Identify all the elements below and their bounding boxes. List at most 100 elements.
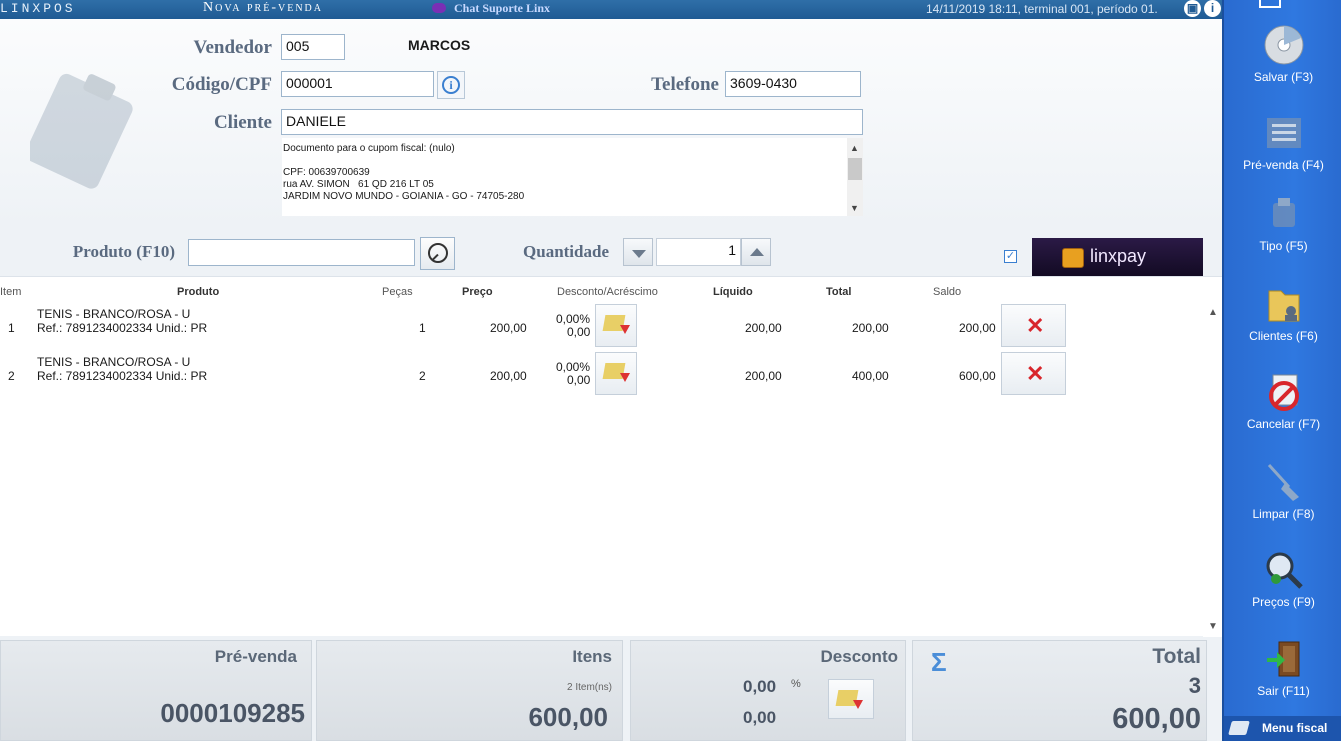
item-discount-button[interactable]	[595, 352, 637, 395]
quantity-decrease-button[interactable]	[623, 238, 653, 266]
col-header-preco[interactable]: Preço	[462, 286, 493, 298]
table-row[interactable]: 1 TENIS - BRANCO/ROSA - U Ref.: 78912340…	[0, 304, 1205, 350]
cell-saldo: 200,00	[959, 321, 996, 335]
info-circle-icon: i	[442, 76, 460, 94]
product-entry-bar: Produto (F10) Quantidade 1 ✓ linxpay	[0, 229, 1222, 277]
search-icon	[428, 243, 448, 263]
doc-line	[283, 155, 863, 167]
header-form: Vendedor 005 MARCOS Código/CPF 000001 i …	[0, 19, 1222, 229]
cell-desc-pct: 0,00%	[556, 312, 591, 326]
itens-total: 600,00	[528, 702, 608, 732]
vendedor-label: Vendedor	[193, 37, 272, 58]
session-status: 14/11/2019 18:11, terminal 001, período …	[926, 2, 1158, 16]
total-label: Total	[1152, 645, 1201, 668]
prevenda-button[interactable]: Pré-venda (F4)	[1224, 112, 1341, 172]
clientes-button[interactable]: Clientes (F6)	[1224, 283, 1341, 343]
doc-line: rua AV. SIMON 61 QD 216 LT 05	[283, 179, 434, 190]
info-icon[interactable]: i	[1204, 0, 1221, 17]
sigma-icon: Σ	[931, 647, 947, 677]
total-panel: Σ Total 3 600,00	[912, 640, 1207, 741]
table-row[interactable]: 2 TENIS - BRANCO/ROSA - U Ref.: 78912340…	[0, 352, 1205, 398]
linxpay-checkbox[interactable]: ✓	[1004, 250, 1017, 263]
triangle-down-icon	[632, 250, 646, 258]
fiscal-document-info[interactable]: Documento para o cupom fiscal: (nulo) CP…	[282, 138, 863, 216]
doc-scrollbar[interactable]: ▲ ▼	[847, 138, 863, 216]
limpar-button[interactable]: Limpar (F8)	[1224, 461, 1341, 521]
cell-desc-val: 0,00	[567, 373, 591, 387]
window-icon[interactable]	[1259, 0, 1281, 8]
produto-input[interactable]	[188, 239, 415, 266]
remove-item-button[interactable]: ✕	[1001, 304, 1066, 347]
codigo-cpf-field[interactable]: 000001	[281, 71, 434, 97]
desconto-pct: 0,00	[743, 677, 777, 696]
cell-total: 400,00	[852, 369, 889, 383]
col-header-produto[interactable]: Produto	[177, 286, 219, 298]
desconto-value: 0,00	[743, 708, 777, 727]
scroll-down-icon[interactable]: ▼	[1208, 621, 1218, 632]
prevenda-label: Pré-venda	[214, 647, 297, 666]
col-header-item[interactable]: Item	[0, 286, 21, 298]
prevenda-icon	[1266, 118, 1301, 148]
quantity-input[interactable]: 1	[656, 238, 741, 266]
scroll-thumb[interactable]	[848, 158, 862, 180]
cliente-field[interactable]: DANIELE	[281, 109, 863, 135]
disc-icon	[1264, 25, 1303, 65]
remove-item-button[interactable]: ✕	[1001, 352, 1066, 395]
vendedor-code-field[interactable]: 005	[281, 34, 345, 60]
telefone-label: Telefone	[651, 74, 719, 95]
printer-icon	[1228, 721, 1250, 735]
col-header-liquido[interactable]: Líquido	[713, 286, 753, 298]
prevenda-panel: Pré-venda 0000109285	[0, 640, 312, 741]
chat-support-link[interactable]: Chat Suporte Linx	[432, 1, 550, 16]
col-header-pecas[interactable]: Peças	[382, 286, 413, 298]
cell-desc-pct: 0,00%	[556, 360, 591, 374]
itens-count: 2 Item(ns)	[566, 682, 612, 693]
cell-liquido: 200,00	[745, 321, 782, 335]
cell-pecas: 1	[419, 321, 426, 335]
cell-liquido: 200,00	[745, 369, 782, 383]
scroll-up-icon[interactable]: ▲	[1208, 307, 1218, 318]
col-header-desconto[interactable]: Desconto/Acréscimo	[557, 286, 658, 298]
grid-scrollbar[interactable]: ▲ ▼	[1203, 277, 1222, 637]
cell-item: 1	[8, 321, 15, 335]
cell-produto-ref: Ref.: 7891234002334 Unid.: PR	[37, 321, 208, 335]
col-header-saldo[interactable]: Saldo	[933, 286, 961, 298]
desconto-label: Desconto	[820, 647, 898, 666]
triangle-up-icon	[750, 248, 764, 256]
arrow-down-icon	[620, 373, 630, 382]
itens-label: Itens	[572, 647, 612, 666]
cancel-button[interactable]: Cancelar (F7)	[1224, 371, 1341, 431]
cell-produto-name: TENIS - BRANCO/ROSA - U	[37, 307, 191, 321]
desconto-pct-sign: %	[791, 678, 801, 690]
telefone-field[interactable]: 3609-0430	[725, 71, 861, 97]
product-search-button[interactable]	[420, 237, 455, 270]
item-discount-button[interactable]	[595, 304, 637, 347]
itens-panel: Itens 2 Item(ns) 600,00	[316, 640, 623, 741]
chat-bubble-icon	[432, 3, 446, 13]
menu-fiscal-button[interactable]: Menu fiscal	[1224, 716, 1341, 741]
broom-icon	[1267, 463, 1299, 501]
total-quantity: 3	[1188, 673, 1201, 698]
quantity-increase-button[interactable]	[741, 238, 771, 266]
save-button[interactable]: Salvar (F3)	[1224, 24, 1341, 84]
chat-icon[interactable]: ▣	[1184, 0, 1201, 17]
cell-desc-val: 0,00	[567, 325, 591, 339]
total-value: 600,00	[1112, 703, 1201, 735]
col-header-total[interactable]: Total	[826, 286, 851, 298]
scroll-up-icon[interactable]: ▲	[850, 142, 859, 154]
scroll-down-icon[interactable]: ▼	[850, 202, 859, 214]
cell-preco: 200,00	[490, 369, 527, 383]
client-info-button[interactable]: i	[437, 71, 465, 99]
vendedor-name: MARCOS	[408, 37, 471, 53]
global-discount-button[interactable]	[828, 679, 874, 719]
precos-button[interactable]: Preços (F9)	[1224, 549, 1341, 609]
magnifier-icon	[1266, 552, 1303, 589]
linxpay-button[interactable]: linxpay	[1032, 238, 1203, 277]
cell-pecas: 2	[419, 369, 426, 383]
arrow-down-icon	[853, 700, 863, 709]
tipo-icon	[1272, 198, 1295, 227]
app-brand: LINXPOS	[0, 1, 76, 16]
exit-button[interactable]: Sair (F11)	[1224, 638, 1341, 698]
tipo-button[interactable]: Tipo (F5)	[1224, 193, 1341, 253]
arrow-down-icon	[620, 325, 630, 334]
